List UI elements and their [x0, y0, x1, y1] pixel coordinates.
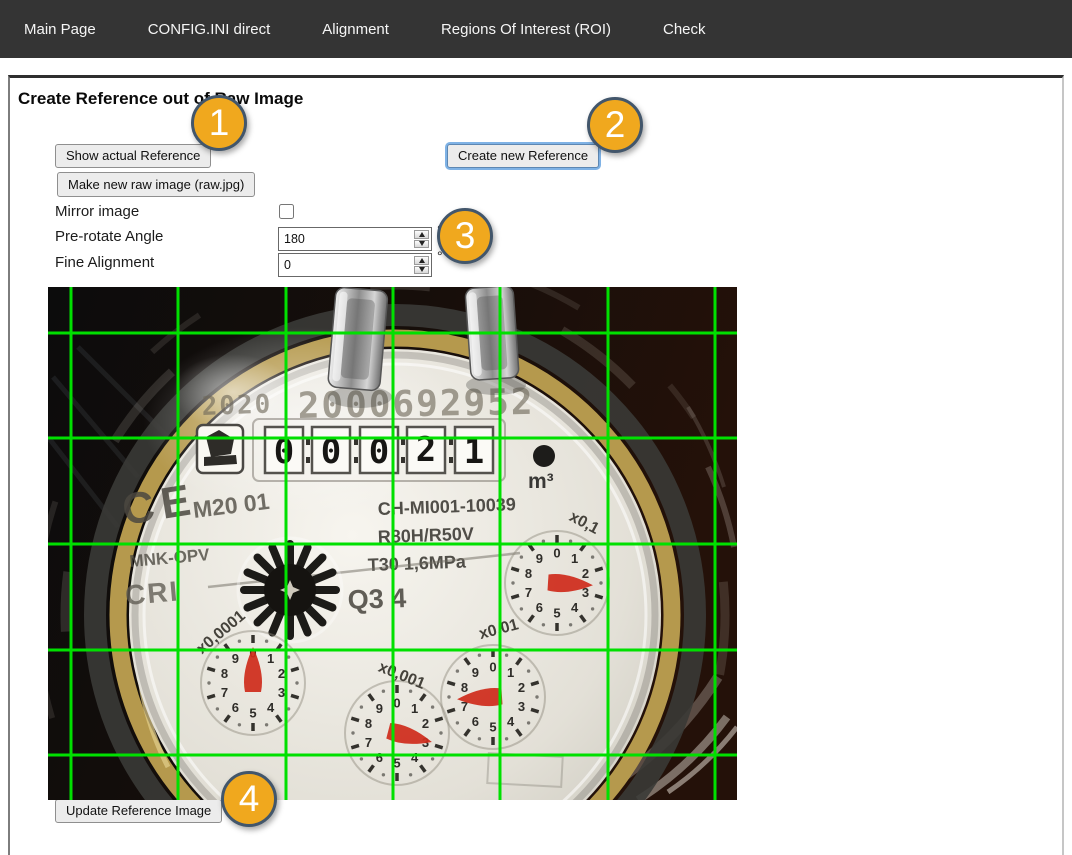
svg-text:0: 0	[553, 546, 560, 561]
svg-text:4: 4	[411, 750, 419, 765]
svg-text:3: 3	[518, 699, 525, 714]
svg-text:1: 1	[571, 551, 578, 566]
flow-text: Q3 4	[347, 583, 407, 615]
svg-text:7: 7	[221, 685, 228, 700]
svg-text:5: 5	[489, 720, 496, 735]
mirror-image-checkbox[interactable]	[279, 204, 294, 219]
svg-text:6: 6	[472, 714, 479, 729]
arrow-down-icon	[419, 241, 425, 246]
pre-rotate-angle-label: Pre-rotate Angle	[55, 228, 163, 245]
mirror-image-label: Mirror image	[55, 203, 139, 220]
arrow-up-icon	[419, 232, 425, 237]
spin-up-button[interactable]	[414, 230, 429, 239]
arrow-down-icon	[419, 267, 425, 272]
callout-3: 3	[437, 208, 493, 264]
odometer-digits: 0 0 0 2 1	[265, 427, 493, 473]
svg-text:3: 3	[278, 685, 285, 700]
turbine-gear	[238, 538, 342, 642]
nav-item-check[interactable]: Check	[663, 21, 706, 38]
svg-text:2: 2	[422, 716, 429, 731]
svg-text:6: 6	[536, 600, 543, 615]
callout-4: 4	[221, 771, 277, 827]
svg-text:8: 8	[461, 680, 468, 695]
callout-2: 2	[587, 97, 643, 153]
pre-rotate-spinner	[413, 229, 430, 249]
fine-alignment-spinner	[413, 255, 430, 275]
pre-rotate-angle-value[interactable]	[284, 232, 404, 246]
callout-1: 1	[191, 95, 247, 151]
create-new-reference-button[interactable]: Create new Reference	[447, 144, 599, 168]
svg-text:1: 1	[507, 665, 514, 680]
svg-text:9: 9	[232, 651, 239, 666]
pre-rotate-angle-input[interactable]	[278, 227, 432, 251]
decimal-dot	[533, 445, 555, 467]
odometer-digit: 2	[416, 430, 436, 470]
svg-text:4: 4	[267, 700, 275, 715]
reference-image-preview: 2020 2000692952 0 0 0 2 1	[48, 287, 737, 800]
svg-text:4: 4	[507, 714, 515, 729]
serial-year-text: 2020	[201, 390, 273, 422]
arrow-up-icon	[419, 258, 425, 263]
nav-item-roi[interactable]: Regions Of Interest (ROI)	[441, 21, 611, 38]
spin-down-button[interactable]	[414, 266, 429, 275]
svg-text:2: 2	[518, 680, 525, 695]
svg-text:1: 1	[267, 651, 274, 666]
svg-text:8: 8	[365, 716, 372, 731]
svg-text:6: 6	[232, 700, 239, 715]
svg-text:9: 9	[536, 551, 543, 566]
meter-photo: 2020 2000692952 0 0 0 2 1	[48, 287, 737, 800]
svg-text:6: 6	[376, 750, 383, 765]
fine-alignment-input[interactable]	[278, 253, 432, 277]
nav-item-alignment[interactable]: Alignment	[322, 21, 389, 38]
brand2-text: CRI	[124, 575, 181, 611]
nav-item-config-ini[interactable]: CONFIG.INI direct	[148, 21, 271, 38]
spin-down-button[interactable]	[414, 240, 429, 249]
svg-text:7: 7	[525, 585, 532, 600]
svg-text:2: 2	[278, 666, 285, 681]
svg-text:4: 4	[571, 600, 579, 615]
make-new-raw-image-button[interactable]: Make new raw image (raw.jpg)	[57, 172, 255, 197]
unit-label: m³	[528, 470, 554, 493]
svg-text:9: 9	[376, 701, 383, 716]
svg-text:0: 0	[489, 660, 496, 675]
svg-text:1: 1	[411, 701, 418, 716]
nav-item-main-page[interactable]: Main Page	[24, 21, 96, 38]
svg-text:5: 5	[249, 706, 256, 721]
fine-alignment-label: Fine Alignment	[55, 254, 154, 271]
top-navigation: Main Page CONFIG.INI direct Alignment Re…	[0, 0, 1072, 58]
svg-text:9: 9	[472, 665, 479, 680]
svg-text:7: 7	[365, 735, 372, 750]
svg-text:8: 8	[525, 566, 532, 581]
update-reference-image-button[interactable]: Update Reference Image	[55, 799, 222, 823]
svg-text:2: 2	[582, 566, 589, 581]
show-actual-reference-button[interactable]: Show actual Reference	[55, 144, 211, 168]
page-title: Create Reference out of Raw Image	[18, 89, 303, 109]
svg-text:5: 5	[553, 606, 560, 621]
fine-alignment-value[interactable]	[284, 258, 404, 272]
svg-text:8: 8	[221, 666, 228, 681]
spin-up-button[interactable]	[414, 256, 429, 265]
